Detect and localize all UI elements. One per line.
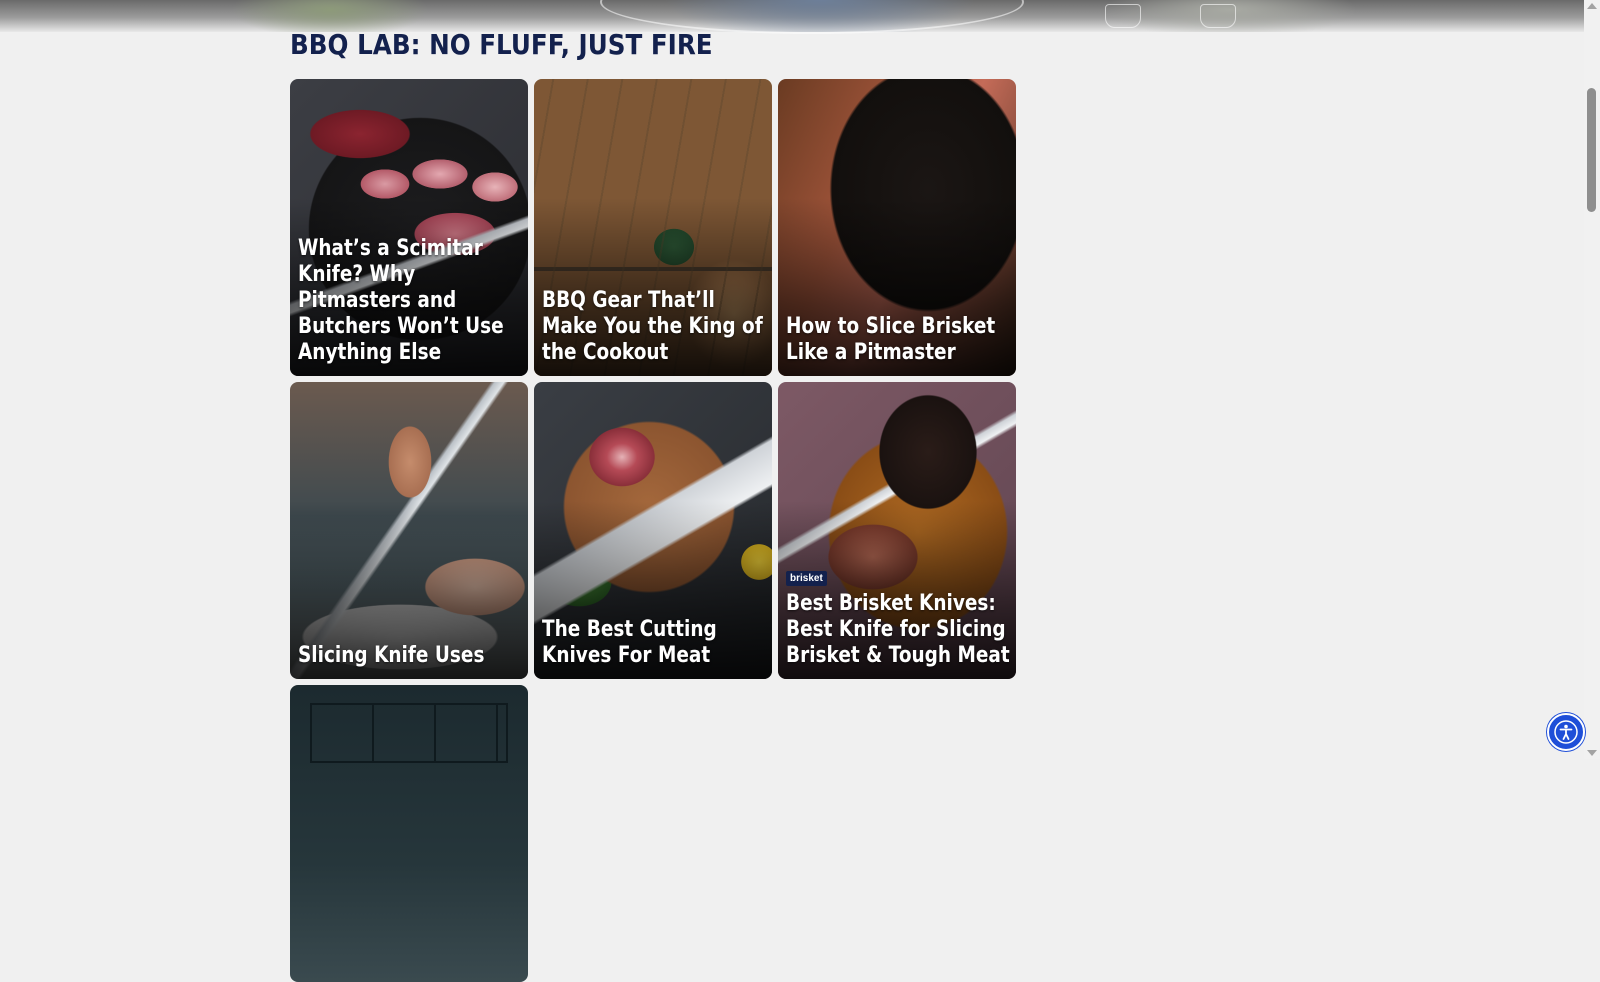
section-title: BBQ LAB: NO FLUFF, JUST FIRE bbox=[290, 28, 713, 61]
article-card-partial[interactable] bbox=[290, 685, 528, 982]
article-title[interactable]: Slicing Knife Uses bbox=[298, 643, 522, 669]
scroll-down-arrow-icon[interactable] bbox=[1587, 750, 1597, 756]
accessibility-icon bbox=[1554, 720, 1578, 744]
article-caption: The Best Cutting Knives For Meat bbox=[542, 617, 766, 669]
article-card-bbq-gear[interactable]: BBQ Gear That’ll Make You the King of th… bbox=[534, 79, 772, 376]
article-card-slicing-knife-uses[interactable]: Slicing Knife Uses bbox=[290, 382, 528, 679]
article-title[interactable]: The Best Cutting Knives For Meat bbox=[542, 617, 766, 669]
article-caption: How to Slice Brisket Like a Pitmaster bbox=[786, 314, 1010, 366]
article-title[interactable]: What’s a Scimitar Knife? Why Pitmasters … bbox=[298, 236, 522, 366]
hero-image-strip bbox=[0, 0, 1584, 34]
page-scrollbar[interactable] bbox=[1584, 0, 1600, 759]
article-title[interactable]: Best Brisket Knives: Best Knife for Slic… bbox=[786, 591, 1010, 669]
article-caption: BBQ Gear That’ll Make You the King of th… bbox=[542, 288, 766, 366]
article-caption: Slicing Knife Uses bbox=[298, 643, 522, 669]
accessibility-button[interactable] bbox=[1547, 713, 1585, 751]
hero-glass bbox=[1105, 4, 1141, 28]
article-card-brisket-knives[interactable]: brisket Best Brisket Knives: Best Knife … bbox=[778, 382, 1016, 679]
article-card-scimitar-knife[interactable]: What’s a Scimitar Knife? Why Pitmasters … bbox=[290, 79, 528, 376]
scroll-up-arrow-icon[interactable] bbox=[1587, 3, 1597, 9]
article-title[interactable]: BBQ Gear That’ll Make You the King of th… bbox=[542, 288, 766, 366]
article-card-cutting-knives[interactable]: The Best Cutting Knives For Meat bbox=[534, 382, 772, 679]
hero-glass bbox=[1200, 4, 1236, 28]
article-title[interactable]: How to Slice Brisket Like a Pitmaster bbox=[786, 314, 1010, 366]
article-caption: What’s a Scimitar Knife? Why Pitmasters … bbox=[298, 236, 522, 366]
category-tag[interactable]: brisket bbox=[786, 571, 827, 586]
article-image bbox=[290, 685, 528, 982]
scroll-thumb[interactable] bbox=[1587, 88, 1596, 212]
article-card-slice-brisket[interactable]: How to Slice Brisket Like a Pitmaster bbox=[778, 79, 1016, 376]
article-caption: brisket Best Brisket Knives: Best Knife … bbox=[786, 568, 1010, 669]
